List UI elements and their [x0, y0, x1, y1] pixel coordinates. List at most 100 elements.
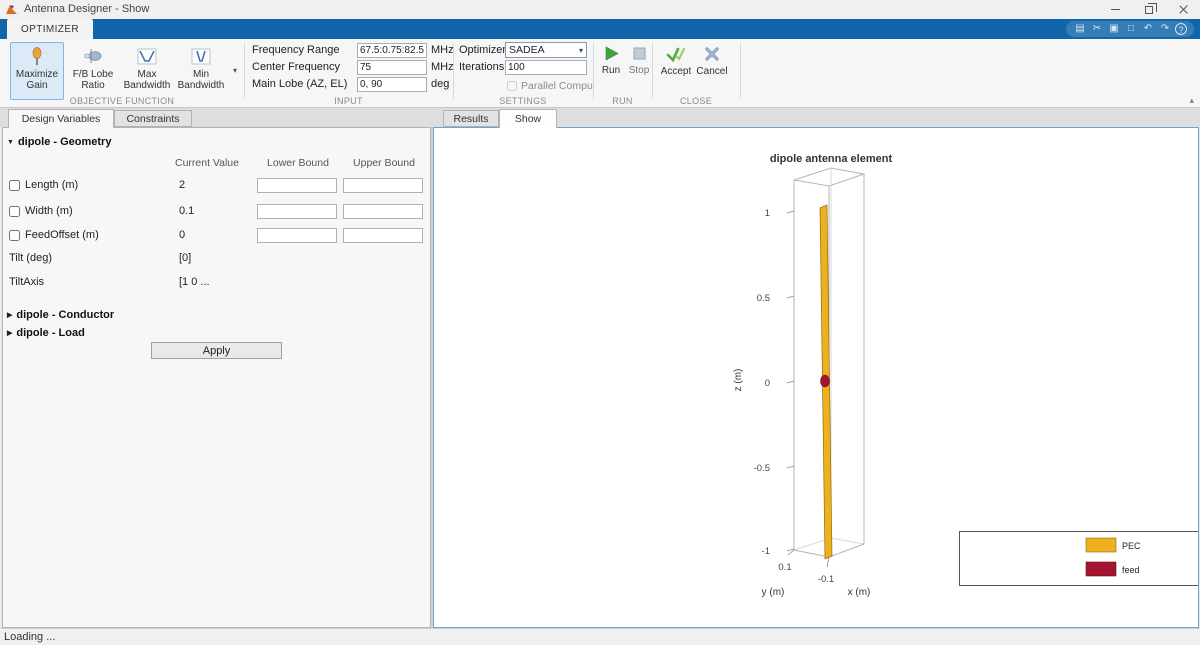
main-lobe-label: Main Lobe (AZ, EL): [252, 78, 348, 90]
section-divider: [593, 43, 594, 99]
save-icon[interactable]: ▤: [1073, 21, 1087, 37]
minimize-button[interactable]: [1098, 0, 1132, 19]
frequency-range-unit: MHz: [431, 44, 454, 56]
tab-show[interactable]: Show: [499, 109, 557, 128]
tilt-current-value: [0]: [179, 252, 192, 264]
length-current-value: 2: [179, 179, 186, 191]
expanded-icon: ▼: [7, 139, 14, 146]
parallel-computing-label: Parallel Computing: [521, 80, 593, 92]
geometry-section-header[interactable]: ▼ dipole - Geometry: [7, 136, 111, 148]
cancel-button[interactable]: Cancel: [692, 45, 732, 77]
accept-button[interactable]: Accept: [656, 45, 696, 77]
z-tick: 0.5: [757, 293, 770, 304]
tab-design-variables[interactable]: Design Variables: [8, 109, 114, 128]
undo-icon[interactable]: ↶: [1141, 21, 1155, 37]
tab-results[interactable]: Results: [443, 110, 499, 127]
optimizer-label: Optimizer: [459, 44, 507, 56]
section-label-run: RUN: [612, 96, 633, 106]
ribbon-collapse-button[interactable]: ▴: [1189, 95, 1194, 106]
section-divider: [652, 43, 653, 99]
x-axis-label: x (m): [848, 587, 871, 598]
maximize-gain-label: Maximize Gain: [15, 69, 59, 91]
length-label: Length (m): [25, 179, 79, 191]
feed-point: [820, 374, 830, 388]
matlab-app-icon: [6, 5, 17, 14]
copy-icon[interactable]: ▣: [1107, 21, 1121, 37]
max-bandwidth-button[interactable]: Max Bandwidth: [120, 42, 174, 100]
tiltaxis-label: TiltAxis: [9, 276, 45, 288]
cut-icon[interactable]: ✂: [1090, 21, 1104, 37]
maximize-gain-icon: [32, 47, 42, 65]
z-axis-label: z (m): [733, 369, 744, 392]
x-tick-labels: 0.1 -0.1: [778, 562, 834, 585]
length-upper-bound-input[interactable]: [343, 178, 423, 193]
close-icon: [1178, 4, 1189, 15]
min-bandwidth-button[interactable]: Min Bandwidth: [174, 42, 228, 100]
feedoffset-current-value: 0: [179, 229, 186, 241]
accept-label: Accept: [660, 66, 692, 77]
iterations-input[interactable]: [505, 60, 587, 75]
width-lower-bound-input[interactable]: [257, 204, 337, 219]
run-button[interactable]: Run: [598, 45, 624, 76]
restore-button[interactable]: [1132, 0, 1166, 19]
window-controls: [1098, 0, 1200, 19]
fb-lobe-ratio-icon: [84, 49, 102, 63]
parallel-computing-checkbox[interactable]: [507, 81, 517, 91]
tab-constraints[interactable]: Constraints: [114, 110, 192, 127]
section-divider: [244, 43, 245, 99]
quick-access-toolbar: ▤ ✂ ▣ □ ↶ ↷ ?: [1066, 21, 1194, 37]
chevron-down-icon: ▾: [578, 45, 583, 55]
main-lobe-input[interactable]: [357, 77, 427, 92]
length-checkbox[interactable]: [9, 180, 20, 191]
feedoffset-label: FeedOffset (m): [25, 229, 99, 241]
load-section-header[interactable]: ▶ dipole - Load: [7, 327, 85, 339]
length-lower-bound-input[interactable]: [257, 178, 337, 193]
collapsed-icon: ▶: [7, 312, 13, 319]
tab-optimizer[interactable]: OPTIMIZER: [7, 19, 93, 39]
close-button[interactable]: [1166, 0, 1200, 19]
frequency-range-input[interactable]: [357, 43, 427, 58]
conductor-section-header[interactable]: ▶ dipole - Conductor: [7, 309, 114, 321]
help-icon[interactable]: ?: [1175, 23, 1187, 35]
optimizer-select[interactable]: SADEA ▾: [505, 42, 587, 58]
minimize-icon: [1110, 9, 1120, 10]
column-header-lower-bound: Lower Bound: [267, 157, 329, 169]
z-tick-labels: 1 0.5 0 -0.5 -1: [754, 208, 770, 557]
iterations-label: Iterations: [459, 61, 505, 73]
paste-icon[interactable]: □: [1124, 21, 1138, 37]
tiltaxis-current-value: [1 0 ...: [179, 276, 210, 288]
legend-label-feed: feed: [1122, 565, 1140, 575]
objective-gallery-dropdown[interactable]: ▾: [233, 66, 237, 75]
status-text: Loading ...: [4, 631, 56, 643]
feedoffset-upper-bound-input[interactable]: [343, 228, 423, 243]
stop-button[interactable]: Stop: [626, 45, 652, 76]
max-bandwidth-icon: [137, 48, 157, 65]
feedoffset-lower-bound-input[interactable]: [257, 228, 337, 243]
maximize-gain-button[interactable]: Maximize Gain: [10, 42, 64, 100]
run-label: Run: [601, 65, 621, 76]
max-bandwidth-label: Max Bandwidth: [123, 69, 171, 91]
fb-lobe-ratio-button[interactable]: F/B Lobe Ratio: [66, 42, 120, 100]
width-label: Width (m): [25, 205, 73, 217]
show-panel: dipole antenna element 1 0.5 0 -0.5 -1 0…: [433, 127, 1199, 628]
column-header-upper-bound: Upper Bound: [353, 157, 415, 169]
toolstrip-tab-bar: OPTIMIZER ▤ ✂ ▣ □ ↶ ↷ ?: [0, 19, 1200, 39]
legend-swatch-feed: [1085, 561, 1117, 577]
column-header-current-value: Current Value: [174, 157, 239, 169]
tilt-label: Tilt (deg): [9, 252, 52, 264]
optimizer-selected-value: SADEA: [509, 44, 545, 56]
center-frequency-input[interactable]: [357, 60, 427, 75]
feedoffset-checkbox[interactable]: [9, 230, 20, 241]
stop-icon: [633, 47, 645, 60]
redo-icon[interactable]: ↷: [1158, 21, 1172, 37]
fb-lobe-ratio-label: F/B Lobe Ratio: [72, 69, 114, 91]
plot-title: dipole antenna element: [770, 153, 893, 165]
geometry-section-label: dipole - Geometry: [17, 136, 112, 148]
apply-button[interactable]: Apply: [151, 342, 282, 359]
width-upper-bound-input[interactable]: [343, 204, 423, 219]
status-bar: Loading ...: [0, 628, 1200, 645]
z-tick: 0: [765, 378, 770, 389]
conductor-section-label: dipole - Conductor: [16, 309, 115, 321]
width-checkbox[interactable]: [9, 206, 20, 217]
antenna-3d-plot[interactable]: dipole antenna element 1 0.5 0 -0.5 -1 0…: [434, 128, 1198, 627]
